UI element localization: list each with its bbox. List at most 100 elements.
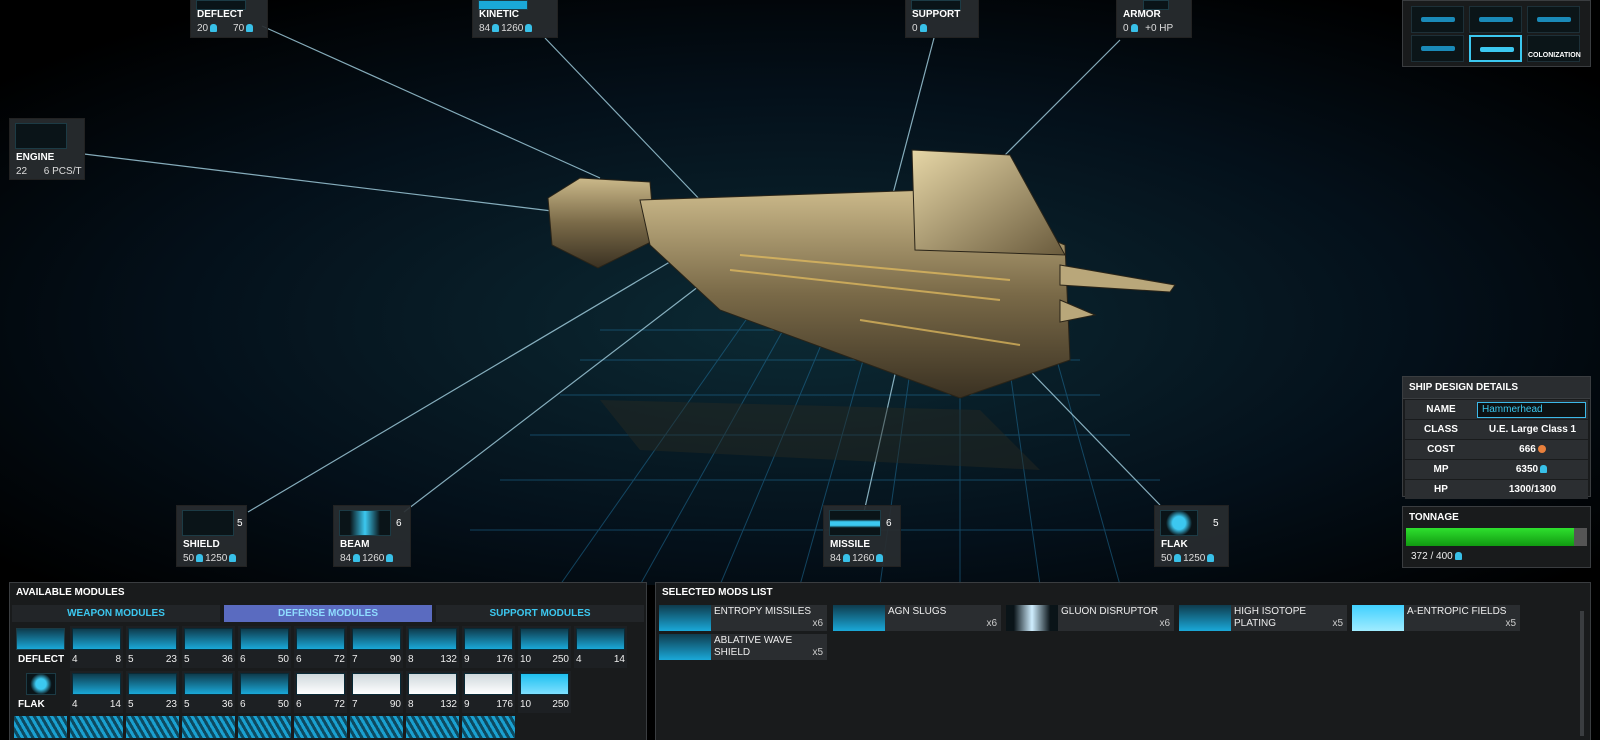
- shield-module[interactable]: [350, 716, 403, 738]
- shield-module[interactable]: [294, 716, 347, 738]
- module-tonnage: 5: [128, 654, 134, 665]
- ship-class-option[interactable]: [1527, 6, 1580, 33]
- deflect-module[interactable]: 5 36: [182, 626, 235, 668]
- selected-mod-qty: x5: [1505, 618, 1516, 629]
- callout-engine[interactable]: ENGINE 22 6 PCS/T: [9, 118, 85, 180]
- flak-module[interactable]: 5 23: [126, 671, 179, 713]
- selected-mod-item[interactable]: HIGH ISOTOPE PLATING x5: [1179, 605, 1347, 631]
- flak-module[interactable]: 6 72: [294, 671, 347, 713]
- module-tonnage: 4: [576, 654, 582, 665]
- ship-class-option[interactable]: [1411, 6, 1464, 33]
- callout-deflect[interactable]: DEFLECT 20 70: [190, 0, 268, 38]
- callout-missile[interactable]: 6 MISSILE 84 1260: [823, 505, 901, 567]
- ship-class-option-selected[interactable]: [1469, 35, 1522, 62]
- flak-module[interactable]: 9 176: [462, 671, 515, 713]
- tonnage-panel: TONNAGE 372 / 400: [1402, 506, 1591, 568]
- flak-label: FLAK: [18, 699, 45, 710]
- flak-module[interactable]: 6 50: [238, 671, 291, 713]
- deflect-module[interactable]: 5 23: [126, 626, 179, 668]
- ship-class-selector: COLONIZATION: [1402, 0, 1591, 67]
- shield-module[interactable]: [126, 716, 179, 738]
- ship-name-input[interactable]: Hammerhead: [1477, 401, 1586, 418]
- deflect-module[interactable]: 6 72: [294, 626, 347, 668]
- tonnage-icon: [196, 554, 204, 562]
- shield-module[interactable]: [14, 716, 67, 738]
- engine-icon: [15, 123, 67, 149]
- selected-mod-name: A-ENTROPIC FIELDS: [1407, 606, 1507, 617]
- callout-flak[interactable]: 5 FLAK 50 1250: [1154, 505, 1229, 567]
- ship-class-row-2: COLONIZATION: [1411, 35, 1581, 62]
- module-tonnage: 6: [296, 654, 302, 665]
- callout-shield[interactable]: 5 SHIELD 50 1250: [176, 505, 247, 567]
- shield-module[interactable]: [238, 716, 291, 738]
- flak-module-icon: [408, 673, 457, 695]
- module-mp: 50: [277, 654, 289, 665]
- mp-icon: [246, 24, 254, 32]
- callout-kinetic[interactable]: KINETIC 84 1260: [472, 0, 558, 38]
- tonnage-text: 372 / 400: [1411, 551, 1453, 562]
- selected-mods-scrollbar[interactable]: [1580, 611, 1584, 736]
- selected-mod-item[interactable]: GLUON DISRUPTOR x6: [1006, 605, 1174, 631]
- tonnage-icon: [1130, 24, 1138, 32]
- module-values: 10 250: [520, 654, 569, 665]
- tab-support-modules[interactable]: SUPPORT MODULES: [436, 605, 644, 622]
- shield-icon: [182, 510, 234, 536]
- callout-engine-values: 22 6 PCS/T: [16, 166, 82, 177]
- deflect-module[interactable]: 8 132: [406, 626, 459, 668]
- selected-mod-item[interactable]: ENTROPY MISSILES x6: [659, 605, 827, 631]
- callout-support[interactable]: SUPPORT 0: [905, 0, 979, 38]
- module-tonnage: 10: [520, 699, 532, 710]
- deflect-label: DEFLECT: [18, 654, 65, 665]
- callout-beam[interactable]: 6 BEAM 84 1260: [333, 505, 411, 567]
- hp-value: 1300/1300: [1508, 484, 1557, 495]
- deflect-module-icon: [408, 628, 457, 650]
- callout-armor[interactable]: ARMOR 0 +0 HP: [1116, 0, 1192, 38]
- module-values: 8 132: [408, 699, 457, 710]
- module-mp: 132: [440, 699, 457, 710]
- module-values: 9 176: [464, 654, 513, 665]
- flak-module[interactable]: 4 14: [70, 671, 123, 713]
- flak-icon: [1352, 605, 1404, 631]
- deflect-module[interactable]: 6 50: [238, 626, 291, 668]
- ship-silhouette-icon: [1480, 47, 1514, 52]
- ship-class-option[interactable]: [1469, 6, 1522, 33]
- callout-missile-name: MISSILE: [830, 539, 871, 550]
- shield-module[interactable]: [182, 716, 235, 738]
- flak-module[interactable]: 10 250: [518, 671, 571, 713]
- module-values: 6 72: [296, 699, 345, 710]
- deflect-module[interactable]: 9 176: [462, 626, 515, 668]
- deflect-module-icon: [576, 628, 625, 650]
- module-values: 5 23: [128, 654, 177, 665]
- selected-mod-item[interactable]: A-ENTROPIC FIELDS x5: [1352, 605, 1520, 631]
- flak-module[interactable]: 7 90: [350, 671, 403, 713]
- ship-class-option[interactable]: [1411, 35, 1464, 62]
- class-value: U.E. Large Class 1: [1488, 424, 1577, 435]
- tab-defense-modules[interactable]: DEFENSE MODULES: [224, 605, 432, 622]
- cost-value-wrap: 666: [1477, 444, 1588, 455]
- deflect-module[interactable]: 4 14: [574, 626, 627, 668]
- ship-viewport[interactable]: [0, 0, 1600, 585]
- selected-mod-item[interactable]: AGN SLUGS x6: [833, 605, 1001, 631]
- flak-module-cells: 4 14 5 23 5 36 6 50 6 72 7 90 8 132 9 176 10 250: [70, 671, 571, 713]
- shield-module[interactable]: [70, 716, 123, 738]
- flak-module[interactable]: 8 132: [406, 671, 459, 713]
- deflect-module[interactable]: 10 250: [518, 626, 571, 668]
- module-mp: 23: [165, 699, 177, 710]
- deflect-module[interactable]: 7 90: [350, 626, 403, 668]
- flak-module[interactable]: 5 36: [182, 671, 235, 713]
- flak-icon: [26, 673, 56, 695]
- callout-flak-values: 50 1250: [1161, 553, 1216, 564]
- selected-mod-qty: x5: [812, 647, 823, 658]
- flak-module-icon: [240, 673, 289, 695]
- selected-mods-title: SELECTED MODS LIST: [662, 587, 773, 598]
- deflect-module[interactable]: 48: [70, 626, 123, 668]
- shield-module[interactable]: [406, 716, 459, 738]
- colonization-label: COLONIZATION: [1528, 52, 1581, 59]
- ship-class-option-colonization[interactable]: COLONIZATION: [1527, 35, 1581, 62]
- tab-weapon-modules[interactable]: WEAPON MODULES: [12, 605, 220, 622]
- ship-silhouette-icon: [1479, 17, 1513, 22]
- module-mp: 36: [221, 654, 233, 665]
- kinetic-icon: [833, 605, 885, 631]
- selected-mod-item[interactable]: ABLATIVE WAVE SHIELD x5: [659, 634, 827, 660]
- shield-module[interactable]: [462, 716, 515, 738]
